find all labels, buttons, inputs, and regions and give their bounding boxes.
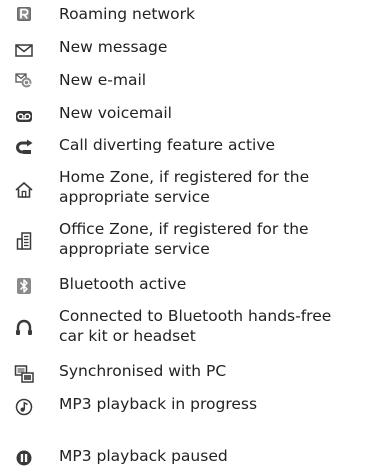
legend-label: New e-mail — [59, 71, 147, 89]
legend-label: Home Zone, if registered for the — [59, 168, 310, 186]
envelope-icon — [14, 40, 34, 60]
legend-label: MP3 playback paused — [59, 447, 228, 465]
home-zone-icon — [14, 180, 34, 200]
status-icon-legend: Roaming network New message New e-mail N… — [0, 0, 376, 469]
headset-icon — [14, 318, 34, 338]
legend-label: Call diverting feature active — [59, 136, 276, 154]
email-icon — [14, 70, 34, 90]
office-zone-icon — [14, 231, 34, 251]
voicemail-icon — [14, 106, 34, 126]
legend-label: New message — [59, 38, 168, 56]
legend-label-line2: car kit or headset — [59, 327, 196, 345]
legend-label-line2: appropriate service — [59, 240, 210, 258]
roaming-icon — [14, 4, 34, 24]
mp3-play-icon — [14, 397, 34, 417]
legend-label: Connected to Bluetooth hands-free — [59, 307, 332, 325]
legend-label: MP3 playback in progress — [59, 395, 258, 413]
pc-sync-icon — [14, 364, 34, 384]
legend-label: New voicemail — [59, 104, 172, 122]
call-divert-icon — [14, 138, 34, 158]
bluetooth-icon — [14, 276, 34, 296]
legend-label-line2: appropriate service — [59, 188, 210, 206]
mp3-pause-icon — [14, 448, 34, 468]
legend-label: Roaming network — [59, 5, 195, 23]
legend-label: Bluetooth active — [59, 275, 187, 293]
legend-label: Synchronised with PC — [59, 362, 227, 380]
legend-label: Office Zone, if registered for the — [59, 220, 309, 238]
